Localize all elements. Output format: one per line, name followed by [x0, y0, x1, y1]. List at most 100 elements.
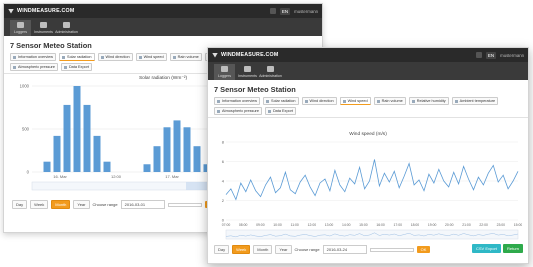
tab-label: Relative humidity — [416, 99, 446, 103]
sensor-tabs: Information overview Solar radiation Wind … — [208, 97, 528, 118]
toolbar-label: Administration — [259, 74, 282, 78]
language-button[interactable]: EN — [279, 7, 291, 15]
brand-logo[interactable]: WINDMEASURE.COM — [212, 52, 278, 58]
x-tick-label: 17. Mar — [165, 174, 179, 179]
tab-wind-speed[interactable]: Wind speed — [339, 97, 371, 105]
ok-button[interactable]: OK — [416, 246, 431, 253]
return-button[interactable]: Return — [503, 244, 524, 253]
solar-bar — [53, 135, 61, 172]
week-button[interactable]: Week — [232, 245, 251, 254]
user-menu[interactable]: mustermann — [294, 9, 318, 14]
toolbar-loggers[interactable]: Loggers — [10, 20, 31, 36]
solar-bar — [73, 86, 81, 172]
tab-icon — [454, 99, 458, 103]
date-to-input[interactable] — [369, 247, 414, 252]
logo-icon — [8, 8, 14, 14]
tab-rain-volume[interactable]: Rain volume — [169, 53, 202, 61]
toolbar-loggers[interactable]: Loggers — [214, 64, 235, 80]
toolbar-instruments[interactable]: Instruments — [237, 64, 258, 80]
tab-wind-direction[interactable]: Wind direction — [301, 97, 337, 105]
solar-bar — [103, 161, 111, 172]
tab-data-export[interactable]: Data Export — [60, 63, 92, 71]
x-tick-label: 23:00 — [497, 223, 506, 227]
y-tick-label: 4 — [222, 179, 225, 184]
date-to-input[interactable] — [167, 202, 202, 207]
toolbar-label: Administration — [55, 30, 78, 34]
toolbar-administration[interactable]: Administration — [55, 20, 78, 36]
tab-atmospheric-pressure[interactable]: Atmospheric pressure — [10, 63, 58, 71]
chart-title: Wind speed (m/s) — [349, 132, 387, 137]
day-button[interactable]: Day — [214, 245, 230, 254]
x-tick-label: 07:00 — [222, 223, 231, 227]
main-toolbar: Loggers Instruments Administration — [208, 62, 528, 80]
month-button[interactable]: Month — [51, 200, 71, 209]
y-tick-label: 500 — [22, 127, 30, 132]
tab-data-export[interactable]: Data Export — [264, 107, 296, 115]
tab-atmospheric-pressure[interactable]: Atmospheric pressure — [214, 107, 262, 115]
brand-text: WINDMEASURE.COM — [17, 8, 75, 14]
range-controls: Day Week Month Year Choose range 2016-03… — [214, 245, 431, 254]
tab-label: Data Export — [272, 109, 293, 113]
grid-icon[interactable] — [269, 8, 276, 14]
tab-information-overview[interactable]: Information overview — [10, 53, 57, 61]
y-tick-label: 0 — [222, 218, 225, 223]
tab-icon — [13, 65, 16, 69]
toolbar-label: Instruments — [34, 30, 53, 34]
tab-label: Solar radiation — [67, 55, 92, 59]
tab-icon — [304, 99, 308, 103]
x-tick-label: 18:00 — [411, 223, 420, 227]
tab-icon — [267, 109, 271, 113]
tab-solar-radiation[interactable]: Solar radiation — [59, 53, 95, 61]
instruments-icon — [40, 22, 47, 28]
x-tick-label: 16:00 — [376, 223, 385, 227]
tab-solar-radiation[interactable]: Solar radiation — [263, 97, 299, 105]
tab-icon — [62, 55, 66, 59]
x-tick-label: 11:00 — [291, 223, 299, 227]
brand-logo[interactable]: WINDMEASURE.COM — [8, 8, 74, 14]
month-button[interactable]: Month — [253, 245, 273, 254]
tab-label: Wind speed — [143, 55, 164, 59]
csv-export-button[interactable]: CSV Export — [472, 244, 501, 253]
solar-bar — [93, 135, 101, 172]
toolbar-administration[interactable]: Administration — [259, 64, 282, 80]
instruments-icon — [244, 66, 251, 72]
x-tick-label: 13:00 — [325, 223, 334, 227]
tab-label: Solar radiation — [271, 99, 296, 103]
x-tick-label: 16. Mar — [53, 174, 67, 179]
date-from-input[interactable]: 2016-03-01 — [120, 200, 165, 209]
week-button[interactable]: Week — [30, 200, 49, 209]
tab-wind-direction[interactable]: Wind direction — [97, 53, 133, 61]
range-controls: Day Week Month Year Choose range 2016-03… — [12, 200, 219, 209]
x-tick-label: 08:00 — [239, 223, 248, 227]
tab-label: Wind speed — [347, 99, 368, 103]
day-button[interactable]: Day — [12, 200, 28, 209]
wrench-icon — [267, 66, 274, 72]
tab-label: Information overview — [18, 55, 54, 59]
tab-label: Information overview — [222, 99, 258, 103]
tab-wind-speed[interactable]: Wind speed — [135, 53, 167, 61]
tab-ambient-temperature[interactable]: Ambient temperature — [451, 97, 499, 105]
language-button[interactable]: EN — [485, 51, 497, 59]
page-title: 7 Sensor Meteo Station — [214, 85, 296, 94]
tab-label: Atmospheric pressure — [18, 65, 55, 69]
year-button[interactable]: Year — [73, 200, 90, 209]
x-tick-label: 20:00 — [445, 223, 454, 227]
toolbar-instruments[interactable]: Instruments — [33, 20, 54, 36]
tab-icon — [13, 55, 16, 59]
date-from-input[interactable]: 2016-03-24 — [322, 245, 367, 254]
tab-label: Wind direction — [105, 55, 130, 59]
x-tick-label: 19:00 — [428, 223, 437, 227]
tab-rain-volume[interactable]: Rain volume — [373, 97, 406, 105]
solar-bar — [193, 146, 201, 172]
tab-icon — [411, 99, 415, 103]
tab-label: Data Export — [68, 65, 89, 69]
loggers-icon — [221, 66, 228, 72]
range-label: Choose range — [92, 202, 118, 207]
year-button[interactable]: Year — [275, 245, 292, 254]
tab-information-overview[interactable]: Information overview — [214, 97, 261, 105]
tab-relative-humidity[interactable]: Relative humidity — [408, 97, 449, 105]
grid-icon[interactable] — [475, 52, 482, 58]
solar-bar — [183, 127, 191, 172]
x-tick-label: 15:00 — [514, 223, 522, 227]
user-menu[interactable]: mustermann — [500, 53, 524, 58]
